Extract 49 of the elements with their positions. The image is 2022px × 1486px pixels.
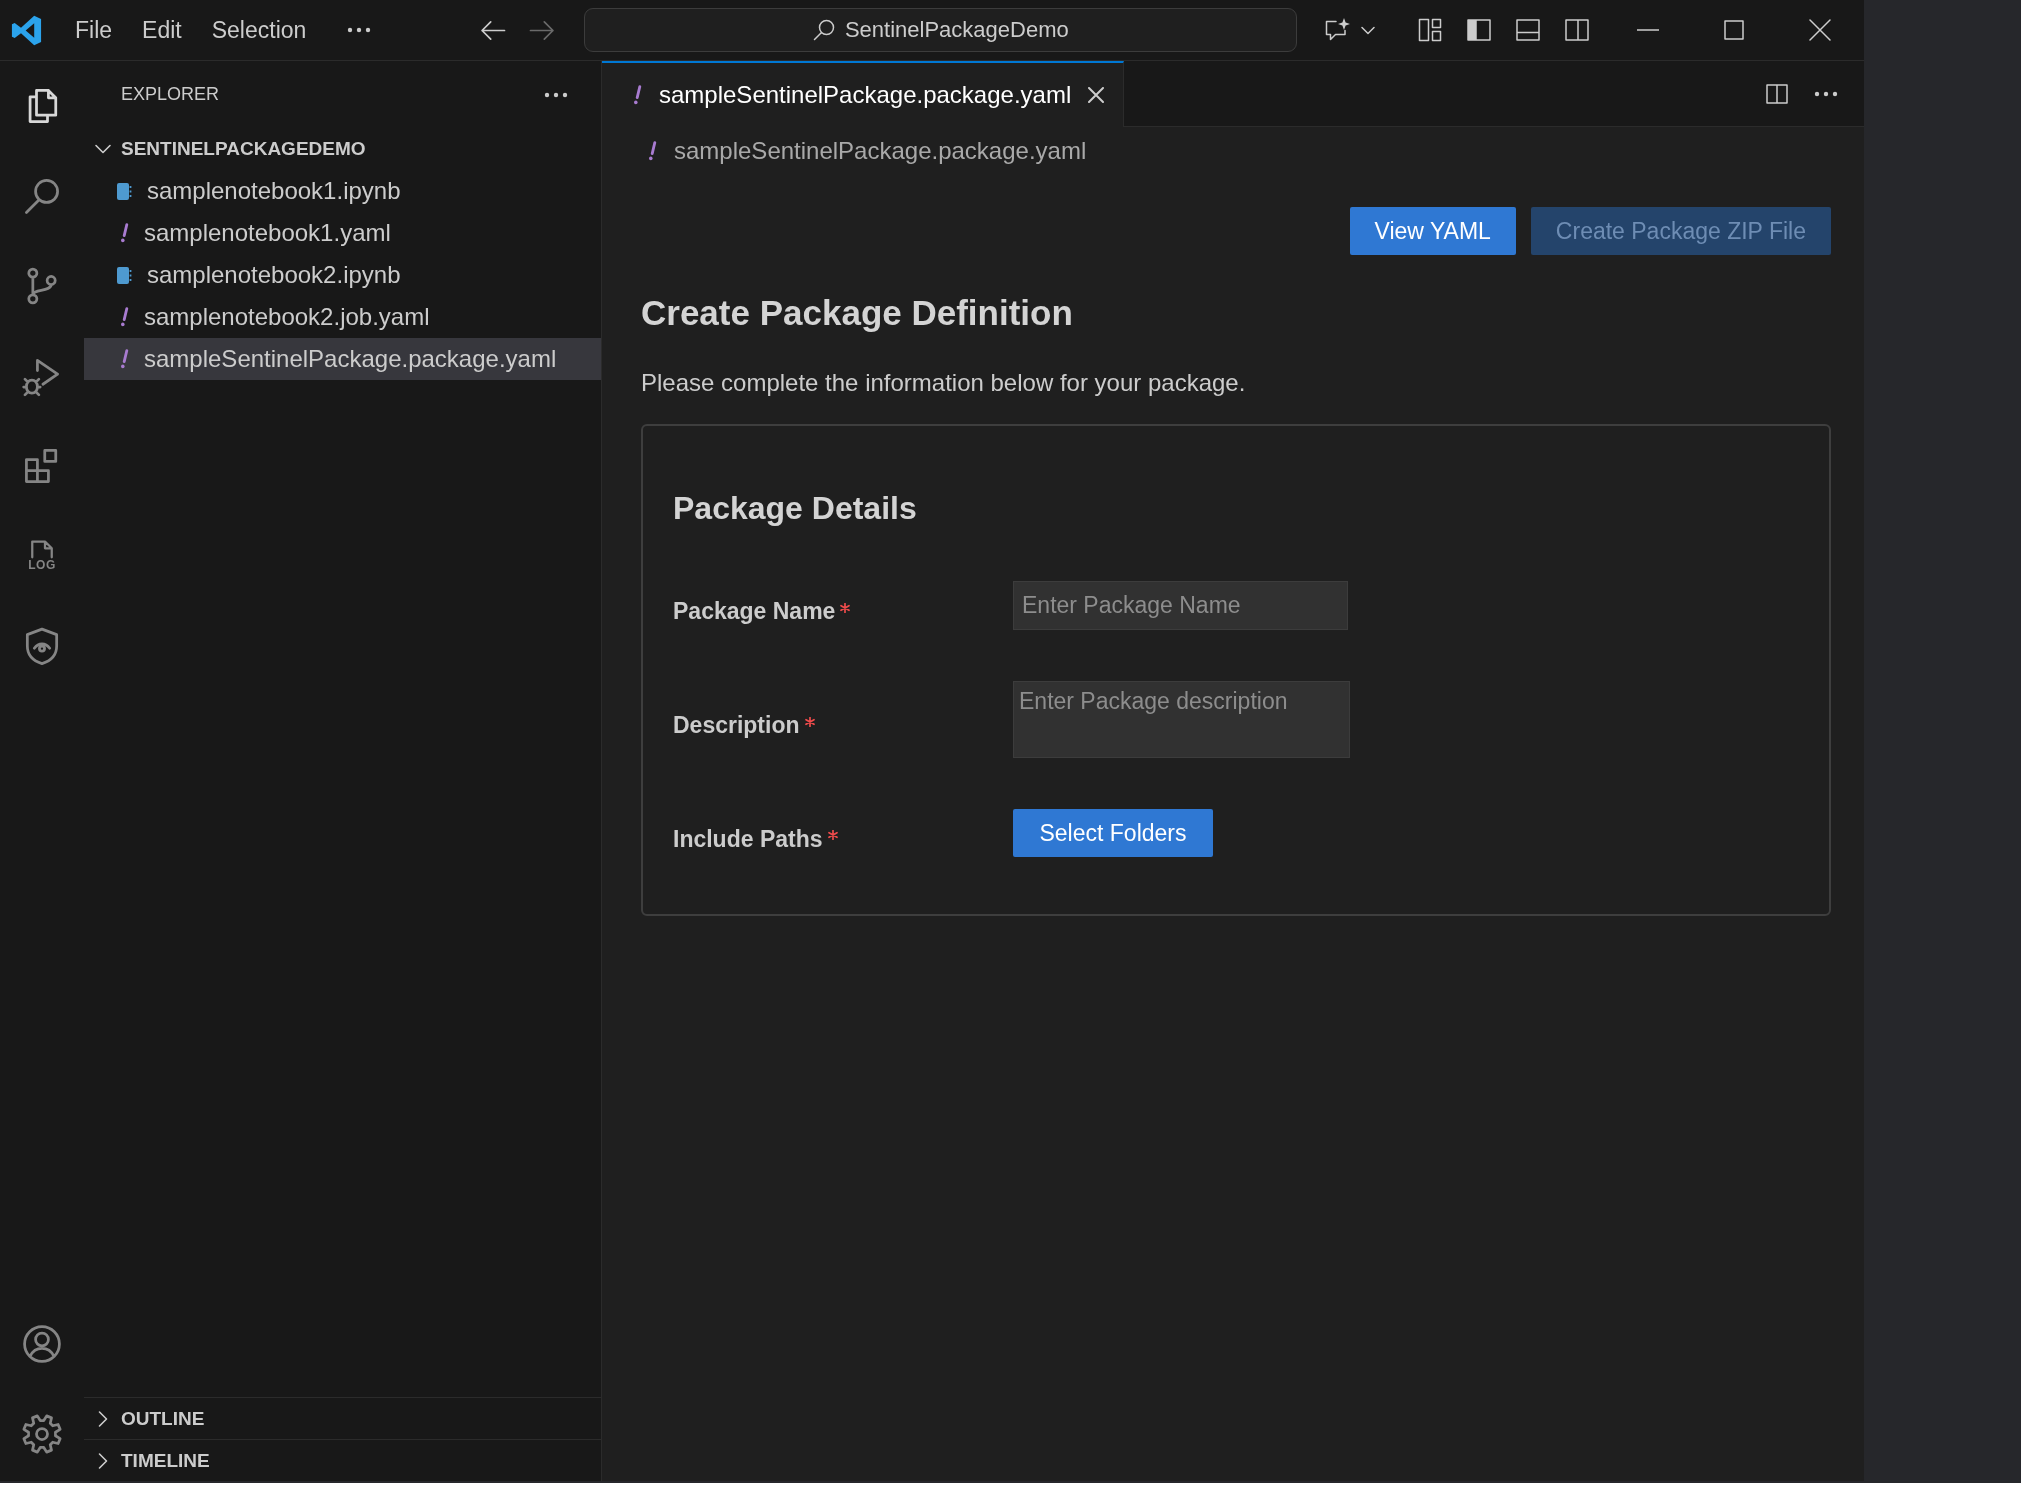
intro-text: Please complete the information below for your package. <box>641 368 1247 398</box>
minimize-icon[interactable] <box>1637 29 1660 31</box>
file-tree-item[interactable]: samplenotebook1.ipynb <box>84 170 601 212</box>
exclamation-file-icon <box>119 349 129 369</box>
close-icon[interactable] <box>1088 86 1105 103</box>
page-heading: Create Package Definition <box>641 292 1074 334</box>
menu-item[interactable]: Selection <box>196 10 322 50</box>
field-label: Include Paths <box>673 825 823 853</box>
exclamation-file-icon <box>632 84 642 105</box>
close-icon[interactable] <box>1809 19 1832 41</box>
notebook-file-icon <box>116 265 132 285</box>
search-icon <box>812 19 835 41</box>
right-sidebar-toggle-icon[interactable] <box>1563 16 1592 44</box>
file-tree-item[interactable]: samplenotebook1.yaml <box>84 212 601 254</box>
bottom-panel-toggle-icon[interactable] <box>1514 16 1543 44</box>
file-tree-item[interactable]: samplenotebook2.job.yaml <box>84 296 601 338</box>
select-folders-button[interactable]: Select Folders <box>1013 809 1213 857</box>
menu-item[interactable]: File <box>60 10 128 50</box>
more-icon[interactable] <box>544 91 568 98</box>
exclamation-file-icon <box>647 141 657 161</box>
file-tree-item[interactable]: samplenotebook2.ipynb <box>84 254 601 296</box>
account-icon[interactable] <box>20 1322 64 1366</box>
sidebar-title: EXPLORER <box>121 84 220 105</box>
notebook-file-icon <box>116 181 132 201</box>
exclamation-file-icon <box>119 223 129 243</box>
settings-icon[interactable] <box>20 1412 64 1456</box>
maximize-icon[interactable] <box>1724 20 1745 40</box>
textarea-field[interactable]: Enter Package description <box>1013 681 1350 758</box>
left-sidebar-toggle-icon[interactable] <box>1465 16 1494 44</box>
back-arrow-icon[interactable] <box>479 18 508 42</box>
exclamation-file-icon <box>119 307 129 327</box>
command-center-search[interactable]: SentinelPackageDemo <box>584 8 1298 52</box>
editor-tab[interactable]: sampleSentinelPackage.package.yaml <box>602 60 1125 127</box>
app-logo-icon <box>10 13 43 47</box>
field-label: Description <box>673 712 800 739</box>
section-header[interactable]: OUTLINE <box>84 1397 601 1439</box>
split-editor-icon[interactable] <box>1765 81 1789 106</box>
section-header[interactable]: TIMELINE <box>84 1439 601 1481</box>
breadcrumb-item[interactable]: sampleSentinelPackage.package.yaml <box>644 137 1087 165</box>
folder-tree-item[interactable]: SENTINELPACKAGEDEMO <box>84 128 601 170</box>
view-yaml-button[interactable]: View YAML <box>1349 207 1516 255</box>
card-heading: Package Details <box>673 489 918 528</box>
menu-item[interactable]: Edit <box>127 10 197 50</box>
more-icon[interactable] <box>1814 90 1838 97</box>
field-label: Package Name <box>673 598 836 625</box>
text-input-field[interactable]: Enter Package Name <box>1013 581 1348 630</box>
more-icon[interactable] <box>347 27 372 33</box>
file-tree-item[interactable]: sampleSentinelPackage.package.yaml <box>84 338 601 380</box>
chevron-down-icon[interactable] <box>1361 25 1376 35</box>
